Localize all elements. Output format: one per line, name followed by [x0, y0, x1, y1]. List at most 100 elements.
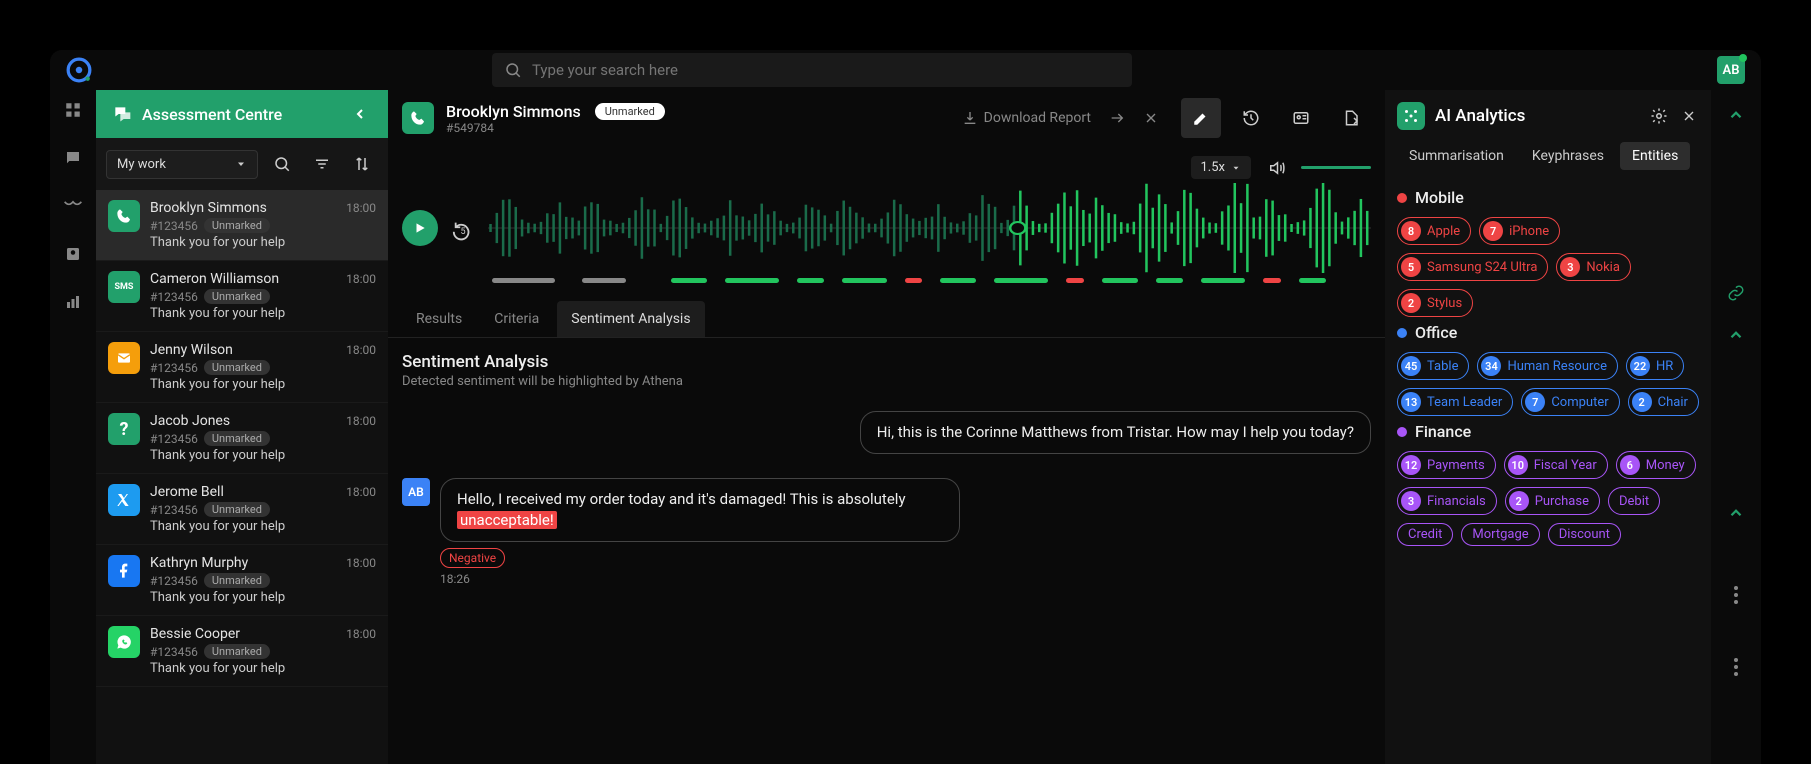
edit-button[interactable] — [1181, 98, 1221, 138]
nav-dashboard-icon[interactable] — [61, 98, 85, 122]
list-item[interactable]: Bessie Cooper18:00 #123456Unmarked Thank… — [96, 616, 388, 687]
entity-chip[interactable]: Discount — [1548, 523, 1621, 546]
close-button[interactable] — [1143, 110, 1159, 126]
sidebar-sort-button[interactable] — [346, 148, 378, 180]
more-icon[interactable] — [1723, 582, 1749, 608]
section-dot-icon — [1397, 427, 1407, 437]
entity-chip[interactable]: 12Payments — [1397, 451, 1496, 479]
expand-up-icon-2[interactable] — [1723, 322, 1749, 348]
download-icon — [962, 110, 978, 126]
user-avatar[interactable]: AB — [1717, 56, 1745, 84]
message-bubble: Hello, I received my order today and it'… — [440, 478, 960, 542]
sidebar-filter-button[interactable] — [306, 148, 338, 180]
filter-label: My work — [117, 157, 166, 172]
chip-label: Nokia — [1586, 260, 1620, 275]
list-item[interactable]: Kathryn Murphy18:00 #123456Unmarked Than… — [96, 545, 388, 616]
whatsapp-icon — [108, 626, 140, 658]
entity-chip[interactable]: 13Team Leader — [1397, 388, 1513, 416]
item-name: Jenny Wilson — [150, 342, 233, 358]
more-icon-2[interactable] — [1723, 654, 1749, 680]
download-report-button[interactable]: Download Report — [962, 110, 1091, 126]
ai-settings-button[interactable] — [1649, 106, 1669, 126]
export-button[interactable] — [1331, 98, 1371, 138]
item-time: 18:00 — [346, 556, 376, 570]
message-bubble: Hi, this is the Corinne Matthews from Tr… — [860, 411, 1371, 454]
ai-close-button[interactable] — [1679, 106, 1699, 126]
entity-chip[interactable]: Debit — [1608, 487, 1660, 515]
global-search[interactable] — [492, 53, 1132, 87]
skip-back-button[interactable]: 5 — [452, 219, 474, 237]
collapse-button[interactable] — [1109, 110, 1125, 126]
volume-icon[interactable] — [1267, 159, 1285, 177]
entity-chip[interactable]: 22 HR — [1626, 352, 1684, 380]
sentiment-highlight: unacceptable! — [457, 511, 557, 529]
volume-slider[interactable] — [1301, 166, 1371, 169]
entity-chip[interactable]: 8Apple — [1397, 217, 1471, 245]
nav-chat-icon[interactable] — [61, 146, 85, 170]
sidebar-collapse-button[interactable] — [348, 102, 372, 126]
nav-reports-icon[interactable] — [61, 290, 85, 314]
message-time: 18:26 — [440, 572, 960, 586]
sentiment-tag: Negative — [440, 548, 505, 568]
nav-contacts-icon[interactable] — [61, 242, 85, 266]
item-name: Jerome Bell — [150, 484, 224, 500]
entity-chip[interactable]: 2Chair — [1628, 388, 1699, 416]
list-item[interactable]: Brooklyn Simmons18:00 #123456Unmarked Th… — [96, 190, 388, 261]
item-time: 18:00 — [346, 485, 376, 499]
list-item[interactable]: SMS Cameron Williamson18:00 #123456Unmar… — [96, 261, 388, 332]
link-icon[interactable] — [1723, 280, 1749, 306]
sms-icon: SMS — [108, 271, 140, 303]
entity-chip[interactable]: 34Human Resource — [1477, 352, 1618, 380]
chip-label: Table — [1427, 359, 1458, 374]
expand-up-icon-3[interactable] — [1723, 500, 1749, 526]
entity-chip[interactable]: 2Stylus — [1397, 289, 1473, 317]
entity-chip[interactable]: 10Fiscal Year — [1504, 451, 1608, 479]
entity-chip[interactable]: 3Financials — [1397, 487, 1497, 515]
chip-count: 3 — [1401, 491, 1421, 511]
entity-chip[interactable]: 5Samsung S24 Ultra — [1397, 253, 1548, 281]
item-preview: Thank you for your help — [150, 235, 376, 250]
entity-chip[interactable]: 6Money — [1616, 451, 1696, 479]
list-item[interactable]: Jerome Bell18:00 #123456Unmarked Thank y… — [96, 474, 388, 545]
sidebar: Assessment Centre My work Brooklyn Simmo… — [96, 90, 388, 764]
entity-section-title: Office — [1415, 323, 1457, 342]
message-row: Hi, this is the Corinne Matthews from Tr… — [402, 411, 1371, 454]
item-time: 18:00 — [346, 272, 376, 286]
playback-speed-dropdown[interactable]: 1.5x — [1191, 156, 1252, 179]
waveform[interactable] — [488, 183, 1371, 273]
section-dot-icon — [1397, 193, 1407, 203]
entity-chip[interactable]: 7Computer — [1521, 388, 1619, 416]
entity-chip[interactable]: 45Table — [1397, 352, 1469, 380]
tab-sentiment-analysis[interactable]: Sentiment Analysis — [557, 301, 704, 337]
sidebar-title: Assessment Centre — [142, 105, 338, 124]
entity-chip[interactable]: Credit — [1397, 523, 1453, 546]
tab-results[interactable]: Results — [402, 301, 476, 337]
chip-label: Debit — [1619, 494, 1649, 509]
chip-count: 22 — [1630, 356, 1650, 376]
list-item[interactable]: Jenny Wilson18:00 #123456Unmarked Thank … — [96, 332, 388, 403]
item-id: #123456 — [150, 645, 198, 659]
mail-icon — [108, 342, 140, 374]
nav-mask-icon[interactable] — [61, 194, 85, 218]
chip-count: 13 — [1401, 392, 1421, 412]
app-logo[interactable] — [66, 57, 92, 83]
contact-card-button[interactable] — [1281, 98, 1321, 138]
sidebar-search-button[interactable] — [266, 148, 298, 180]
tab-criteria[interactable]: Criteria — [480, 301, 553, 337]
ai-tab-summarisation[interactable]: Summarisation — [1397, 142, 1516, 170]
main-content: Brooklyn Simmons Unmarked #549784 Downlo… — [388, 90, 1385, 764]
entity-chip[interactable]: Mortgage — [1461, 523, 1539, 546]
list-item[interactable]: ? Jacob Jones18:00 #123456Unmarked Thank… — [96, 403, 388, 474]
entity-section-finance: Finance12Payments10Fiscal Year6Money3Fin… — [1397, 422, 1699, 546]
play-button[interactable] — [402, 210, 438, 246]
entity-chip[interactable]: 7iPhone — [1479, 217, 1560, 245]
ai-tab-entities[interactable]: Entities — [1620, 142, 1690, 170]
chip-label: HR — [1656, 359, 1673, 374]
filter-dropdown[interactable]: My work — [106, 150, 258, 179]
history-button[interactable] — [1231, 98, 1271, 138]
entity-chip[interactable]: 2Purchase — [1505, 487, 1600, 515]
ai-tab-keyphrases[interactable]: Keyphrases — [1520, 142, 1616, 170]
expand-up-icon[interactable] — [1723, 102, 1749, 128]
entity-chip[interactable]: 3Nokia — [1556, 253, 1631, 281]
search-input[interactable] — [532, 61, 1120, 79]
